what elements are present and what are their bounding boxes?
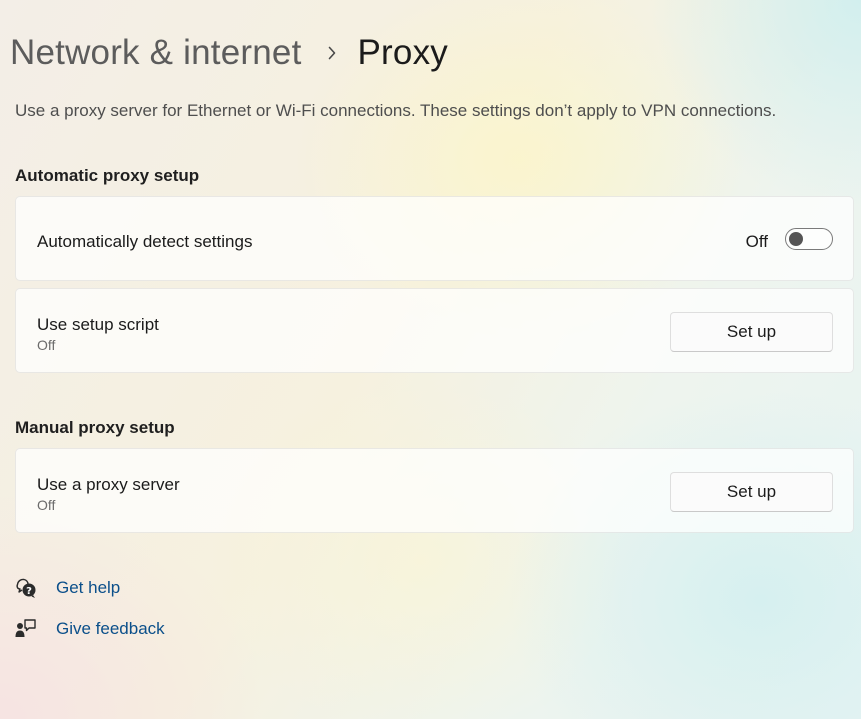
proxy-server-card: Use a proxy server Off Set up (15, 448, 854, 533)
auto-detect-state-label: Off (745, 232, 768, 251)
proxy-server-status: Off (37, 497, 56, 513)
breadcrumb-parent-link[interactable]: Network & internet (10, 33, 302, 73)
chevron-right-icon (324, 45, 340, 61)
page-title: Proxy (357, 33, 448, 72)
feedback-person-icon (15, 618, 37, 640)
get-help-link[interactable]: ? Get help (15, 575, 120, 601)
setup-script-status: Off (37, 337, 56, 353)
give-feedback-link[interactable]: Give feedback (15, 616, 165, 642)
auto-detect-toggle[interactable] (785, 228, 833, 250)
page-description: Use a proxy server for Ethernet or Wi-Fi… (15, 101, 777, 120)
setup-script-button[interactable]: Set up (670, 312, 833, 352)
toggle-knob (789, 232, 803, 246)
svg-text:?: ? (26, 586, 32, 597)
get-help-label: Get help (56, 578, 121, 597)
auto-detect-label: Automatically detect settings (37, 232, 253, 251)
breadcrumb: Network & internet Proxy (10, 30, 448, 76)
setup-script-card: Use setup script Off Set up (15, 288, 854, 373)
setup-script-label: Use setup script (37, 315, 159, 334)
proxy-server-button[interactable]: Set up (670, 472, 833, 512)
proxy-server-label: Use a proxy server (37, 475, 180, 494)
auto-detect-card: Automatically detect settings Off (15, 196, 854, 281)
help-chat-icon: ? (15, 577, 37, 599)
give-feedback-label: Give feedback (56, 619, 165, 638)
section-title-manual: Manual proxy setup (15, 418, 175, 437)
section-title-automatic: Automatic proxy setup (15, 166, 200, 185)
